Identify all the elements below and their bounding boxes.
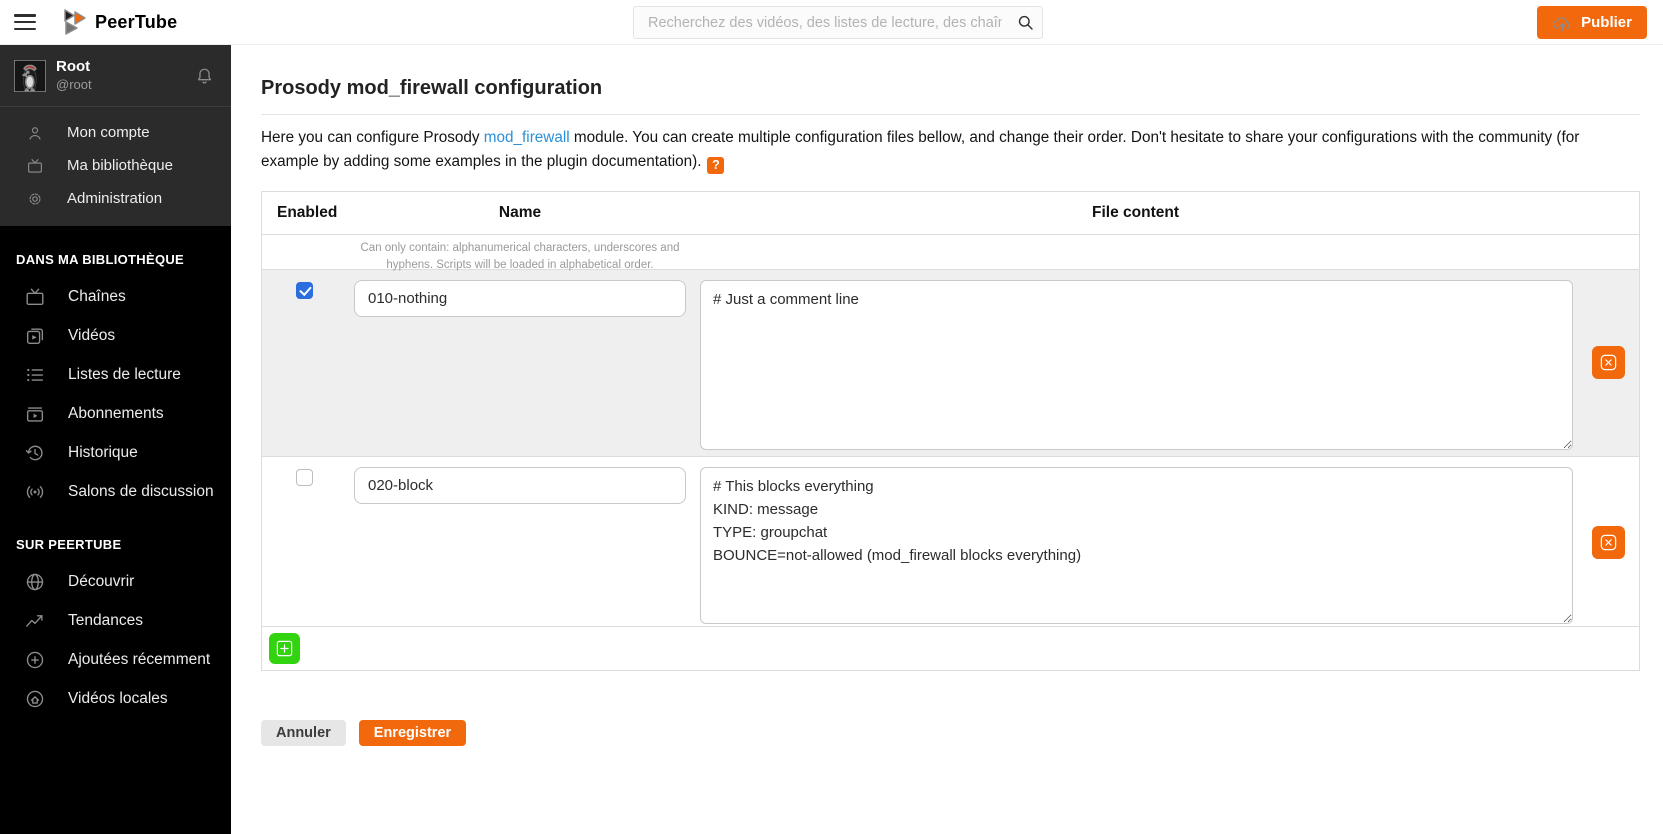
- sidebar-item-label: Tendances: [68, 612, 143, 630]
- subscriptions-icon: [24, 403, 46, 425]
- x-square-icon: [1599, 533, 1618, 552]
- sidebar-item-channels[interactable]: Chaînes: [0, 277, 231, 316]
- name-help-text: Can only contain: alphanumerical charact…: [346, 235, 694, 274]
- name-help-row: Can only contain: alphanumerical charact…: [262, 235, 1639, 270]
- sidebar-item-trending[interactable]: Tendances: [0, 601, 231, 640]
- help-icon[interactable]: ?: [707, 157, 724, 174]
- table-row: # Just a comment line: [262, 270, 1639, 457]
- brand-name: PeerTube: [95, 12, 177, 33]
- file-content-textarea[interactable]: # Just a comment line: [700, 280, 1573, 450]
- table-header-row: Enabled Name File content: [262, 192, 1639, 235]
- page-title: Prosody mod_firewall configuration: [261, 77, 1640, 100]
- main-content: Prosody mod_firewall configuration Here …: [231, 45, 1663, 834]
- delete-row-button[interactable]: [1592, 346, 1625, 379]
- sidebar-item-local-videos[interactable]: Vidéos locales: [0, 679, 231, 718]
- form-actions: Annuler Enregistrer: [261, 720, 1640, 746]
- search-input[interactable]: [634, 7, 1008, 38]
- sidebar-section-library: DANS MA BIBLIOTHÈQUE Chaînes Vidéos List…: [0, 226, 231, 511]
- sidebar-item-administration[interactable]: Administration: [0, 182, 231, 215]
- publish-button[interactable]: Publier: [1537, 6, 1647, 39]
- sidebar-item-label: Vidéos: [68, 327, 115, 345]
- sidebar-item-label: Ajoutées récemment: [68, 651, 210, 669]
- section-title: SUR PEERTUBE: [0, 525, 231, 562]
- description: Here you can configure Prosody mod_firew…: [261, 126, 1640, 174]
- cancel-button[interactable]: Annuler: [261, 720, 346, 746]
- search-box: [633, 6, 1043, 39]
- broadcast-icon: [24, 481, 46, 503]
- peertube-logo-icon: [63, 9, 86, 35]
- script-name-input[interactable]: [354, 467, 686, 504]
- sidebar-item-label: Découvrir: [68, 573, 134, 591]
- gear-icon: [26, 190, 44, 208]
- plus-circle-icon: [24, 649, 46, 671]
- table-row: # This blocks everything KIND: message T…: [262, 457, 1639, 627]
- sidebar-section-on-peertube: SUR PEERTUBE Découvrir Tendances Ajoutée…: [0, 511, 231, 718]
- sidebar-item-recently-added[interactable]: Ajoutées récemment: [0, 640, 231, 679]
- globe-icon: [24, 571, 46, 593]
- sidebar-item-history[interactable]: Historique: [0, 433, 231, 472]
- user-handle: @root: [56, 77, 92, 93]
- user-name: Root: [56, 58, 92, 77]
- column-header-name: Name: [346, 204, 694, 222]
- history-icon: [24, 442, 46, 464]
- avatar: [14, 60, 46, 92]
- videos-icon: [24, 325, 46, 347]
- sidebar-item-playlists[interactable]: Listes de lecture: [0, 355, 231, 394]
- title-divider: [261, 114, 1640, 115]
- enabled-checkbox[interactable]: [296, 469, 313, 486]
- account-menu: Mon compte Ma bibliothèque Administratio…: [0, 107, 231, 226]
- plus-square-icon: [275, 639, 294, 658]
- notifications-bell-icon[interactable]: [194, 65, 215, 87]
- home-circle-icon: [24, 688, 46, 710]
- user-box[interactable]: Root @root: [0, 45, 231, 107]
- tv-icon: [26, 157, 44, 175]
- publish-label: Publier: [1581, 14, 1632, 31]
- x-square-icon: [1599, 353, 1618, 372]
- column-header-file-content: File content: [694, 204, 1577, 222]
- sidebar-item-label: Abonnements: [68, 405, 164, 423]
- sidebar-item-label: Ma bibliothèque: [67, 157, 173, 174]
- top-bar: PeerTube Publier: [0, 0, 1663, 45]
- script-name-input[interactable]: [354, 280, 686, 317]
- file-content-textarea[interactable]: # This blocks everything KIND: message T…: [700, 467, 1573, 624]
- upload-cloud-icon: [1552, 14, 1573, 32]
- section-title: DANS MA BIBLIOTHÈQUE: [0, 240, 231, 277]
- config-table: Enabled Name File content Can only conta…: [261, 191, 1640, 671]
- playlist-icon: [24, 364, 46, 386]
- sidebar: Root @root Mon compte: [0, 45, 231, 834]
- sidebar-item-label: Administration: [67, 190, 162, 207]
- description-text: Here you can configure Prosody: [261, 129, 484, 146]
- menu-toggle-icon[interactable]: [14, 14, 36, 30]
- search-icon[interactable]: [1008, 7, 1042, 38]
- column-header-enabled: Enabled: [262, 204, 346, 222]
- delete-row-button[interactable]: [1592, 526, 1625, 559]
- sidebar-item-label: Vidéos locales: [68, 690, 168, 708]
- sidebar-item-label: Mon compte: [67, 124, 150, 141]
- sidebar-item-my-library[interactable]: Ma bibliothèque: [0, 149, 231, 182]
- sidebar-item-label: Salons de discussion: [68, 483, 214, 501]
- sidebar-item-subscriptions[interactable]: Abonnements: [0, 394, 231, 433]
- sidebar-item-label: Listes de lecture: [68, 366, 181, 384]
- sidebar-item-discover[interactable]: Découvrir: [0, 562, 231, 601]
- sidebar-item-label: Historique: [68, 444, 138, 462]
- sidebar-item-label: Chaînes: [68, 288, 126, 306]
- trending-up-icon: [24, 610, 46, 632]
- mod-firewall-link[interactable]: mod_firewall: [484, 129, 570, 146]
- sidebar-item-videos[interactable]: Vidéos: [0, 316, 231, 355]
- person-icon: [26, 124, 44, 142]
- add-config-button[interactable]: [269, 633, 300, 664]
- save-button[interactable]: Enregistrer: [359, 720, 466, 746]
- add-row: [262, 627, 1639, 670]
- tv-icon: [24, 286, 46, 308]
- sidebar-item-chat-rooms[interactable]: Salons de discussion: [0, 472, 231, 511]
- peertube-logo[interactable]: PeerTube: [63, 9, 177, 35]
- enabled-checkbox[interactable]: [296, 282, 313, 299]
- sidebar-item-my-account[interactable]: Mon compte: [0, 116, 231, 149]
